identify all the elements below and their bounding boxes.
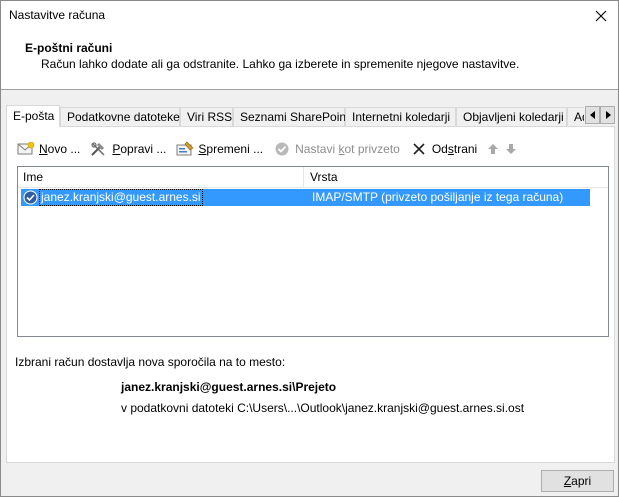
account-name-cell: janez.kranjski@guest.arnes.si	[39, 189, 203, 206]
arrow-down-icon	[506, 144, 517, 154]
delivery-folder-path: janez.kranjski@guest.arnes.si\Prejeto	[121, 380, 337, 394]
change-label: premeni ...	[206, 142, 264, 156]
triangle-left-icon	[589, 111, 595, 119]
delivery-info-label: Izbrani račun dostavlja nova sporočila n…	[15, 355, 286, 369]
close-button[interactable]: Zapri	[541, 470, 614, 492]
title-bar: Nastavitve računa	[1, 1, 618, 30]
account-settings-dialog: Nastavitve računa E-poštni računi Račun …	[0, 0, 619, 497]
repair-label: opravi ...	[120, 142, 167, 156]
tools-icon	[90, 141, 108, 157]
tabs: E-pošta Podatkovne datoteke Viri RSS Sez…	[6, 105, 584, 127]
close-label: apri	[571, 474, 592, 488]
tab-address-books[interactable]: Ad	[567, 107, 584, 127]
tab-data-files[interactable]: Podatkovne datoteke	[60, 107, 180, 127]
x-icon	[410, 141, 428, 157]
delivery-data-file: v podatkovni datoteki C:\Users\...\Outlo…	[121, 401, 525, 415]
tab-strip: E-pošta Podatkovne datoteke Viri RSS Sez…	[6, 105, 615, 127]
list-header: Ime Vrsta	[18, 167, 608, 188]
remove-button[interactable]: Odstrani	[410, 139, 477, 159]
tab-scroll-arrows	[585, 106, 615, 124]
set-default-label-pre: Nastavi	[295, 142, 339, 156]
settings-card-icon	[176, 141, 194, 157]
column-header-name[interactable]: Ime	[18, 167, 300, 188]
column-header-type[interactable]: Vrsta	[305, 167, 595, 188]
new-mail-icon	[17, 141, 35, 157]
dialog-footer	[1, 463, 618, 496]
move-down-button[interactable]	[505, 139, 517, 159]
set-default-button[interactable]: Nastavi kot privzeto	[273, 139, 400, 159]
account-type-cell: IMAP/SMTP (privzeto pošiljanje iz tega r…	[312, 190, 564, 204]
header-description: Račun lahko dodate ali ga odstranite. La…	[41, 57, 520, 71]
move-up-button[interactable]	[487, 139, 499, 159]
tab-scroll-left-button[interactable]	[585, 106, 600, 124]
tab-rss-feeds[interactable]: Viri RSS	[180, 107, 233, 127]
header-title: E-poštni računi	[25, 41, 113, 55]
triangle-right-icon	[605, 111, 611, 119]
new-label: ovo ...	[47, 142, 81, 156]
tab-internet-calendars[interactable]: Internetni koledarji	[345, 107, 456, 127]
tab-scroll-right-button[interactable]	[600, 106, 615, 124]
column-separator[interactable]	[303, 167, 304, 188]
default-account-check-icon	[23, 190, 38, 205]
email-tab-panel: Novo ... Popravi ... Spremeni ... Nastav…	[6, 126, 615, 463]
tab-published-calendars[interactable]: Objavljeni koledarji	[456, 107, 567, 127]
change-button[interactable]: Spremeni ...	[176, 139, 263, 159]
new-label-accel: N	[39, 142, 48, 156]
close-icon	[595, 10, 607, 21]
window-title: Nastavitve računa	[9, 8, 106, 22]
remove-label-pre: Od	[431, 142, 448, 156]
tab-email[interactable]: E-pošta	[6, 105, 60, 127]
new-account-button[interactable]: Novo ...	[17, 139, 80, 159]
check-circle-icon	[273, 141, 291, 157]
tab-sharepoint-lists[interactable]: Seznami SharePoint	[233, 107, 349, 127]
arrow-up-icon	[488, 144, 499, 154]
table-row[interactable]: janez.kranjski@guest.arnes.si IMAP/SMTP …	[21, 189, 590, 206]
dialog-header: E-poštni računi Račun lahko dodate ali g…	[1, 30, 618, 90]
repair-button[interactable]: Popravi ...	[90, 139, 166, 159]
account-toolbar: Novo ... Popravi ... Spremeni ... Nastav…	[17, 139, 527, 159]
account-list[interactable]: Ime Vrsta janez.kranjski@guest.arnes.si …	[17, 166, 609, 337]
window-close-button[interactable]	[584, 1, 618, 30]
set-default-label: ot privzeto	[344, 142, 400, 156]
remove-label: trani	[453, 142, 478, 156]
